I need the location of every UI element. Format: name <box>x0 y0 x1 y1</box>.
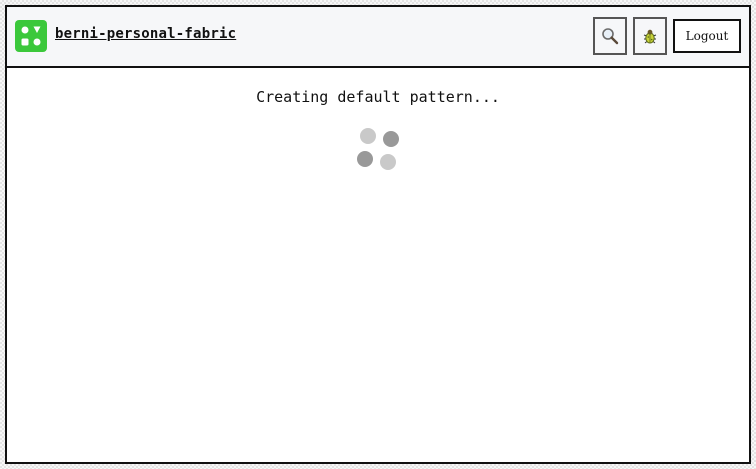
debug-button[interactable] <box>633 17 667 55</box>
app-window: berni-personal-fabric Logout Creating de… <box>5 5 751 464</box>
loading-spinner <box>353 126 401 174</box>
spinner-dot <box>357 151 373 167</box>
fabric-logo-icon[interactable] <box>15 20 47 52</box>
top-header: berni-personal-fabric Logout <box>7 7 749 68</box>
search-button[interactable] <box>593 17 627 55</box>
bug-icon <box>643 29 657 44</box>
spinner-dot <box>383 131 399 147</box>
spinner-dot <box>360 128 376 144</box>
page-background: berni-personal-fabric Logout Creating de… <box>0 0 756 469</box>
magnifier-icon <box>602 28 619 45</box>
status-message: Creating default pattern... <box>256 88 500 106</box>
spinner-dot <box>380 154 396 170</box>
fabric-logo-glyph <box>21 26 41 46</box>
main-content: Creating default pattern... <box>7 68 749 462</box>
logout-button[interactable]: Logout <box>673 19 741 53</box>
fabric-name-link[interactable]: berni-personal-fabric <box>55 26 236 42</box>
